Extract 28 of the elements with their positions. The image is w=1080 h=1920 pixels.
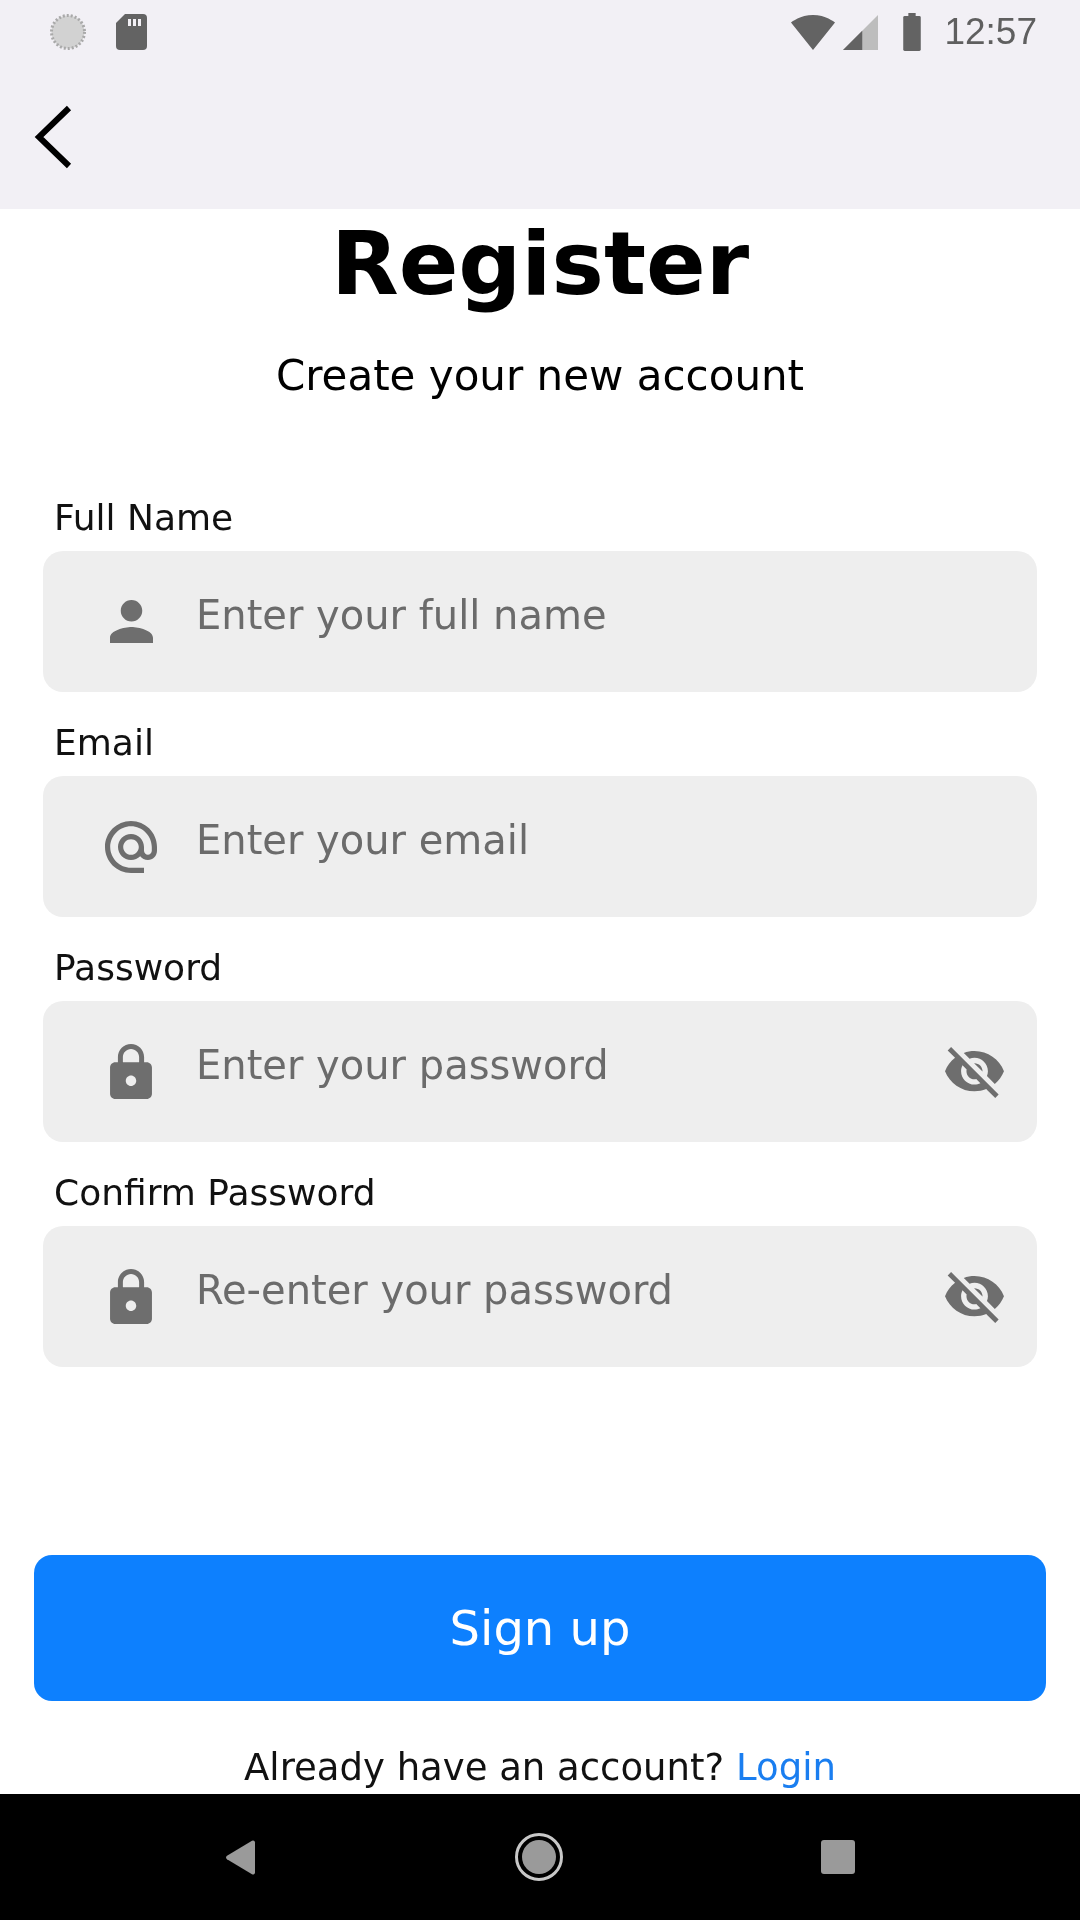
name-field[interactable]: Enter your full name (43, 551, 1037, 692)
login-link[interactable]: Login (736, 1746, 836, 1790)
status-time: 12:57 (944, 10, 1037, 54)
password-field[interactable]: Re-enter your password (43, 1226, 1037, 1367)
wifi-icon (790, 14, 837, 50)
field-label: Email (54, 721, 154, 765)
eye-slash-icon[interactable] (945, 1272, 1004, 1323)
page-title: Register (329, 211, 751, 317)
signal-icon (843, 14, 879, 50)
field-label: Confirm Password (54, 1171, 376, 1215)
password-field[interactable]: Enter your password (43, 1001, 1037, 1142)
lock-icon (110, 1044, 152, 1099)
sd-card-icon (116, 14, 147, 50)
eye-slash-icon[interactable] (945, 1047, 1004, 1098)
dial-icon (50, 14, 86, 50)
login-prompt: Already have an account? (244, 1746, 725, 1790)
person-icon (109, 600, 153, 643)
lock-icon (110, 1269, 152, 1324)
page-subtitle: Create your new account (274, 351, 806, 401)
field-label: Password (54, 946, 223, 990)
chevron-left-icon (34, 104, 72, 169)
at-sign-icon (105, 820, 157, 873)
home-icon[interactable] (515, 1833, 563, 1881)
sign-up-button[interactable]: Sign up (34, 1555, 1046, 1701)
email-field[interactable]: Enter your email (43, 776, 1037, 917)
back-icon[interactable] (225, 1839, 257, 1875)
battery-icon (901, 13, 924, 51)
field-label: Full Name (54, 496, 234, 540)
